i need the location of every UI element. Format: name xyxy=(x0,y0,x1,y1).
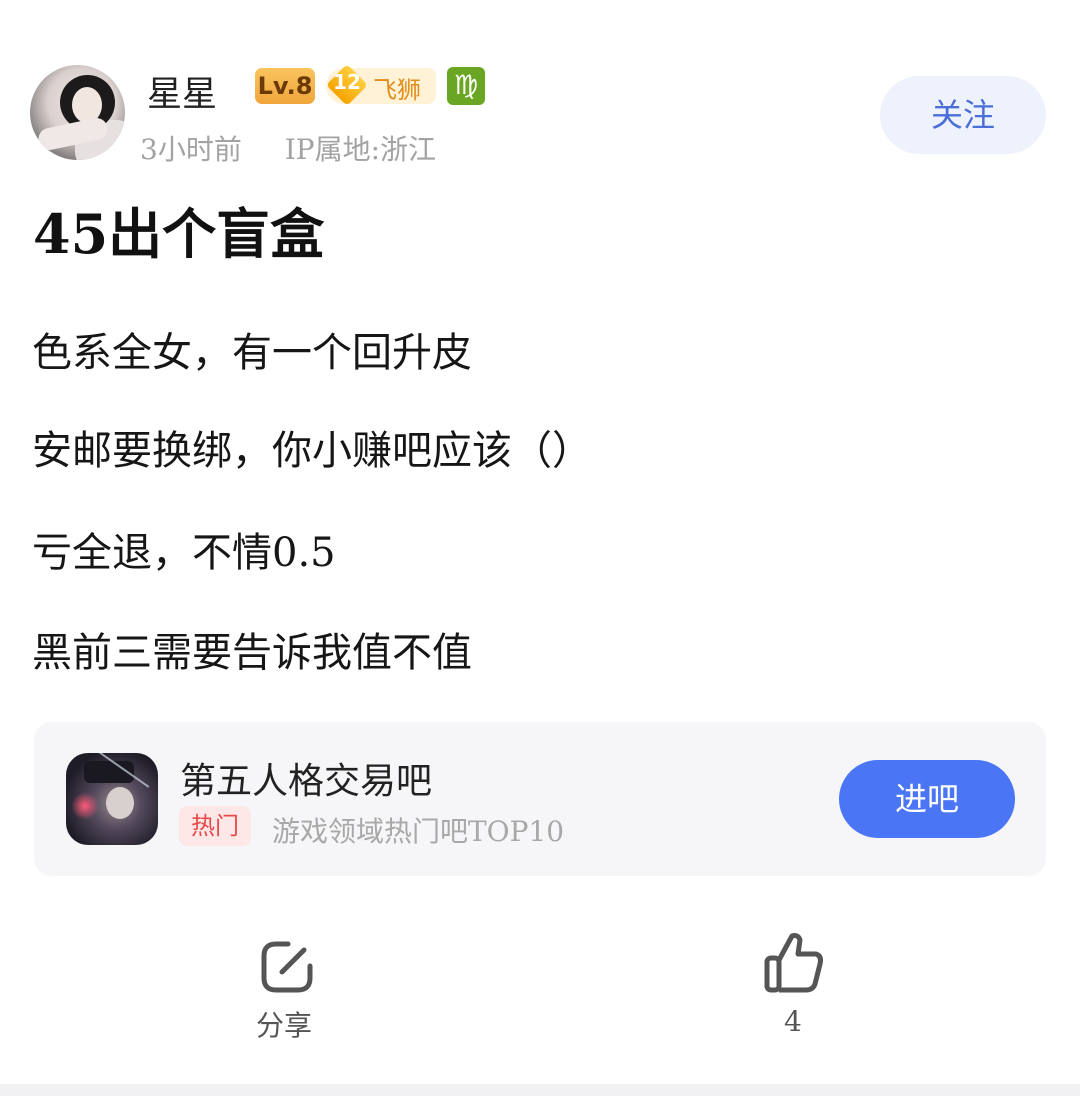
thumbs-up-icon[interactable] xyxy=(764,932,824,994)
post-line: 安邮要换绑，你小赚吧应该（） xyxy=(32,428,592,474)
enter-forum-button[interactable]: 进吧 xyxy=(839,760,1015,838)
forum-name[interactable]: 第五人格交易吧 xyxy=(180,752,432,804)
follow-button[interactable]: 关注 xyxy=(880,76,1046,154)
share-icon[interactable] xyxy=(258,938,316,996)
post-line: 色系全女，有一个回升皮 xyxy=(32,330,472,376)
ip-location: IP属地:浙江 xyxy=(284,133,437,166)
post-meta: 3小时前 IP属地:浙江 xyxy=(140,128,436,168)
post-line: 黑前三需要告诉我值不值 xyxy=(32,630,472,676)
like-count: 4 xyxy=(784,1005,802,1038)
zodiac-badge: ♍ xyxy=(447,67,485,105)
forum-description: 游戏领域热门吧TOP10 xyxy=(272,815,565,848)
post-line: 亏全退，不情0.5 xyxy=(32,530,336,576)
share-label[interactable]: 分享 xyxy=(256,1004,312,1044)
hot-tag: 热门 xyxy=(179,806,251,846)
post-time: 3小时前 xyxy=(140,133,242,166)
author-avatar[interactable] xyxy=(30,65,125,160)
forum-icon[interactable] xyxy=(66,753,158,845)
fan-level: 12 xyxy=(333,70,361,94)
level-badge: Lv.8 xyxy=(255,68,315,104)
fan-title: 飞狮 xyxy=(373,76,421,104)
bottom-divider xyxy=(0,1084,1080,1096)
post-title: 45出个盲盒 xyxy=(33,202,325,266)
author-name[interactable]: 星星 xyxy=(147,66,217,117)
